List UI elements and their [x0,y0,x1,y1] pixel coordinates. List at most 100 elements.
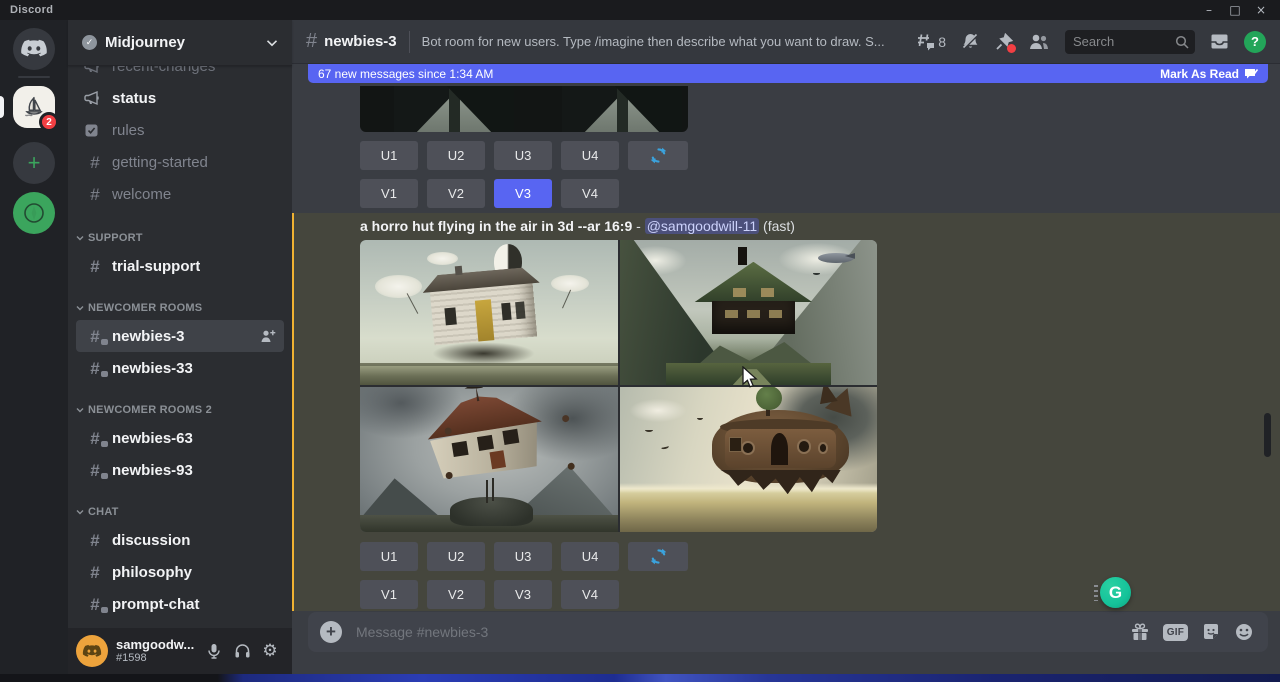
message-input[interactable] [356,624,1120,640]
attach-plus-icon[interactable]: + [320,621,342,643]
sidebar-item-clipped[interactable]: # [76,620,284,628]
hash-thread-icon: # [84,328,106,345]
search-box [1065,30,1195,54]
message-prompt-line: a horro hut flying in the air in 3d --ar… [360,218,1250,234]
new-messages-bar[interactable]: 67 new messages since 1:34 AM Mark As Re… [308,64,1268,83]
v3-button-active[interactable]: V3 [494,179,552,208]
generated-image-partial[interactable] [360,86,688,132]
gift-icon[interactable] [1130,622,1150,642]
grammarly-icon[interactable]: G [1100,577,1131,608]
sidebar-item-prompt-chat[interactable]: # prompt-chat [76,588,284,620]
notifications-muted-icon[interactable] [961,32,980,51]
sidebar-item-discussion[interactable]: # discussion [76,524,284,556]
user-info[interactable]: samgoodw... #1598 [116,637,200,665]
add-server-button[interactable]: + [13,142,55,184]
v1-button[interactable]: V1 [360,580,418,609]
header-actions: 8 [915,30,1266,54]
sidebar-item-status[interactable]: status [76,82,284,114]
user-avatar[interactable] [76,635,108,667]
search-input[interactable] [1073,34,1175,49]
v4-button[interactable]: V4 [561,580,619,609]
prompt-text: a horro hut flying in the air in 3d --ar… [360,218,632,234]
member-add-icon[interactable] [260,329,276,343]
minimize-button[interactable]: – [1196,0,1222,20]
variation-button-row-2: V1 V2 V3 V4 [360,580,619,609]
generated-image-quadrant-1[interactable] [360,240,618,385]
compass-icon [22,201,46,225]
generated-image-quadrant-4[interactable] [620,387,878,532]
category-chat[interactable]: CHAT [68,500,292,524]
threads-icon[interactable]: 8 [915,33,946,51]
home-button[interactable] [13,28,55,70]
rail-divider [18,76,50,78]
generated-image-quadrant-2[interactable] [620,240,878,385]
u4-button[interactable]: U4 [561,141,619,170]
pin-badge [1007,44,1016,53]
channel-topic[interactable]: Bot room for new users. Type /imagine th… [422,34,902,49]
chevron-down-icon [76,509,84,515]
chat-scrollbar-thumb[interactable] [1264,413,1271,457]
u1-button[interactable]: U1 [360,141,418,170]
hash-thread-icon: # [84,430,106,447]
help-icon[interactable]: ? [1244,31,1266,53]
sidebar-item-newbies-63[interactable]: # newbies-63 [76,422,284,454]
hash-icon: # [84,532,106,549]
headphones-button[interactable] [228,637,256,665]
grammarly-drag-handle[interactable] [1094,585,1098,601]
generated-image-grid[interactable] [360,240,877,532]
v3-button[interactable]: V3 [494,580,552,609]
midjourney-server-button[interactable]: 2 [13,86,55,128]
hash-thread-icon: # [84,360,106,377]
category-support[interactable]: SUPPORT [68,226,292,250]
generation-speed: (fast) [759,218,795,234]
v2-button[interactable]: V2 [427,179,485,208]
sidebar-item-recent-changes[interactable]: recent-changes [76,66,284,82]
portrait-figure [562,86,682,132]
hash-icon: # [84,154,106,171]
u3-button[interactable]: U3 [494,542,552,571]
hash-icon: # [84,186,106,203]
rerun-button[interactable] [628,141,688,170]
sidebar-item-welcome[interactable]: # welcome [76,178,284,210]
settings-gear-button[interactable]: ⚙ [256,637,284,665]
hash-icon: # [306,30,317,53]
server-rail: 2 + [0,20,68,682]
portrait-figure [394,86,514,132]
v4-button[interactable]: V4 [561,179,619,208]
sidebar-item-rules[interactable]: rules [76,114,284,146]
sidebar-item-newbies-93[interactable]: # newbies-93 [76,454,284,486]
hash-thread-icon: # [84,462,106,479]
emoji-icon[interactable] [1234,622,1254,642]
sidebar-item-newbies-3[interactable]: # newbies-3 [76,320,284,352]
u2-button[interactable]: U2 [427,542,485,571]
mark-as-read-button[interactable]: Mark As Read [1160,67,1258,81]
sidebar-item-philosophy[interactable]: # philosophy [76,556,284,588]
sidebar-item-trial-support[interactable]: # trial-support [76,250,284,282]
close-button[interactable]: × [1248,0,1274,20]
v1-button[interactable]: V1 [360,179,418,208]
generated-image-quadrant-3[interactable] [360,387,618,532]
server-header[interactable]: ✓ Midjourney [68,20,292,66]
gif-icon[interactable]: GIF [1163,624,1188,641]
u1-button[interactable]: U1 [360,542,418,571]
sidebar-item-newbies-33[interactable]: # newbies-33 [76,352,284,384]
rerun-button[interactable] [628,542,688,571]
u2-button[interactable]: U2 [427,141,485,170]
u4-button[interactable]: U4 [561,542,619,571]
mic-button[interactable] [200,637,228,665]
explore-button[interactable] [13,192,55,234]
category-newcomer-rooms[interactable]: NEWCOMER ROOMS [68,296,292,320]
maximize-button[interactable]: □ [1222,0,1248,20]
inbox-icon[interactable] [1210,32,1229,51]
user-mention[interactable]: @samgoodwill-11 [645,218,759,234]
channel-name: newbies-3 [324,33,397,50]
message-composer: + GIF [308,612,1268,652]
sticker-icon[interactable] [1201,622,1221,642]
u3-button[interactable]: U3 [494,141,552,170]
v2-button[interactable]: V2 [427,580,485,609]
members-icon[interactable] [1028,33,1050,50]
category-newcomer-rooms-2[interactable]: NEWCOMER ROOMS 2 [68,398,292,422]
sidebar-item-getting-started[interactable]: # getting-started [76,146,284,178]
upscale-button-row-2: U1 U2 U3 U4 [360,542,688,571]
pin-icon[interactable] [995,33,1013,51]
